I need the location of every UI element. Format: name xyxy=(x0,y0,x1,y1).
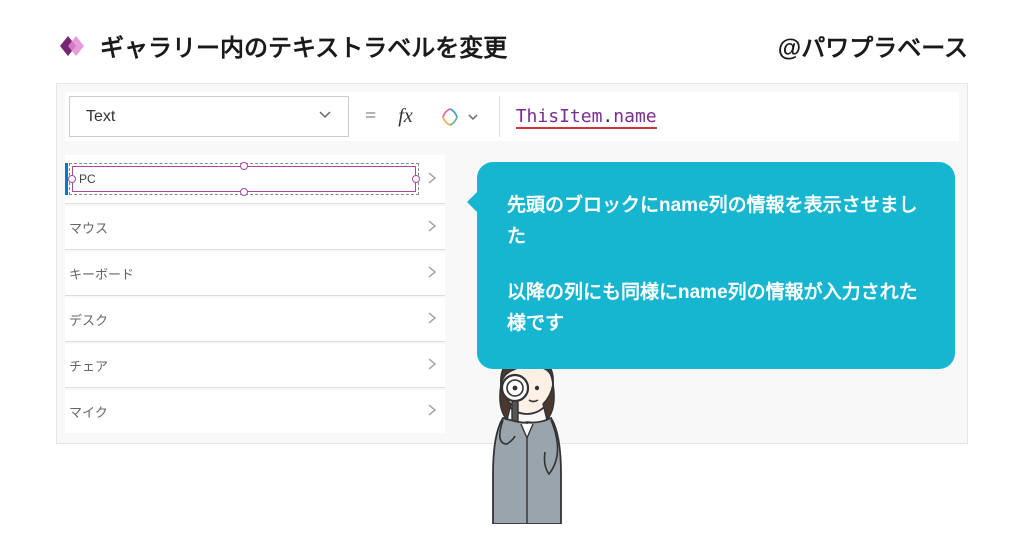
chevron-down-icon xyxy=(318,107,332,126)
resize-handle[interactable] xyxy=(68,175,76,183)
character-illustration xyxy=(473,344,583,524)
page-title: ギャラリー内のテキストラベルを変更 xyxy=(100,28,507,63)
property-dropdown[interactable]: Text xyxy=(69,96,349,137)
powerapps-icon xyxy=(56,30,88,62)
chevron-right-icon xyxy=(427,265,437,282)
header-left: ギャラリー内のテキストラベルを変更 xyxy=(56,28,507,63)
copilot-icon xyxy=(439,106,461,128)
formula-bar: Text = fx ThisItem.name xyxy=(65,92,959,141)
chevron-right-icon xyxy=(427,403,437,420)
gallery-item-label: PC xyxy=(79,172,96,186)
page-header: ギャラリー内のテキストラベルを変更 @パワプラベース xyxy=(0,0,1024,83)
gallery-item[interactable]: デスク xyxy=(65,298,445,342)
selection-outline: PC xyxy=(69,163,419,195)
formula-dot: . xyxy=(602,106,613,129)
gallery-item-label: キーボード xyxy=(69,264,134,283)
formula-property: name xyxy=(613,106,656,129)
speech-text-2: 以降の列にも同様にname列の情報が入力された様です xyxy=(507,277,925,340)
resize-handle[interactable] xyxy=(240,188,248,196)
gallery-item[interactable]: マイク xyxy=(65,390,445,433)
formula-object: ThisItem xyxy=(516,106,603,129)
speech-text-1: 先頭のブロックにname列の情報を表示させました xyxy=(507,190,925,253)
text-label-control[interactable]: PC xyxy=(72,166,416,192)
gallery-control[interactable]: PC マウス キーボード デスク xyxy=(65,155,445,433)
property-name: Text xyxy=(86,108,115,126)
fx-label: fx xyxy=(392,105,418,128)
chevron-right-icon xyxy=(427,357,437,374)
gallery-item[interactable]: チェア xyxy=(65,344,445,388)
gallery-item-label: マウス xyxy=(69,218,108,237)
chevron-right-icon xyxy=(427,311,437,328)
format-color-button[interactable] xyxy=(429,100,489,134)
formula-input[interactable]: ThisItem.name xyxy=(499,96,955,137)
gallery-item-label: マイク xyxy=(69,402,108,421)
equals-label: = xyxy=(359,105,382,128)
chevron-right-icon xyxy=(427,219,437,236)
editor-area: Text = fx ThisItem.name xyxy=(56,83,968,444)
gallery-item-label: デスク xyxy=(69,310,108,329)
resize-handle[interactable] xyxy=(240,162,248,170)
gallery-item[interactable]: マウス xyxy=(65,206,445,250)
chevron-down-icon xyxy=(467,111,479,123)
chevron-right-icon xyxy=(427,171,437,188)
resize-handle[interactable] xyxy=(412,175,420,183)
speech-bubble: 先頭のブロックにname列の情報を表示させました 以降の列にも同様にname列の… xyxy=(477,162,955,369)
gallery-item[interactable]: PC xyxy=(65,155,445,204)
author-handle: @パワプラベース xyxy=(778,28,968,63)
gallery-item[interactable]: キーボード xyxy=(65,252,445,296)
gallery-item-label: チェア xyxy=(69,356,108,375)
